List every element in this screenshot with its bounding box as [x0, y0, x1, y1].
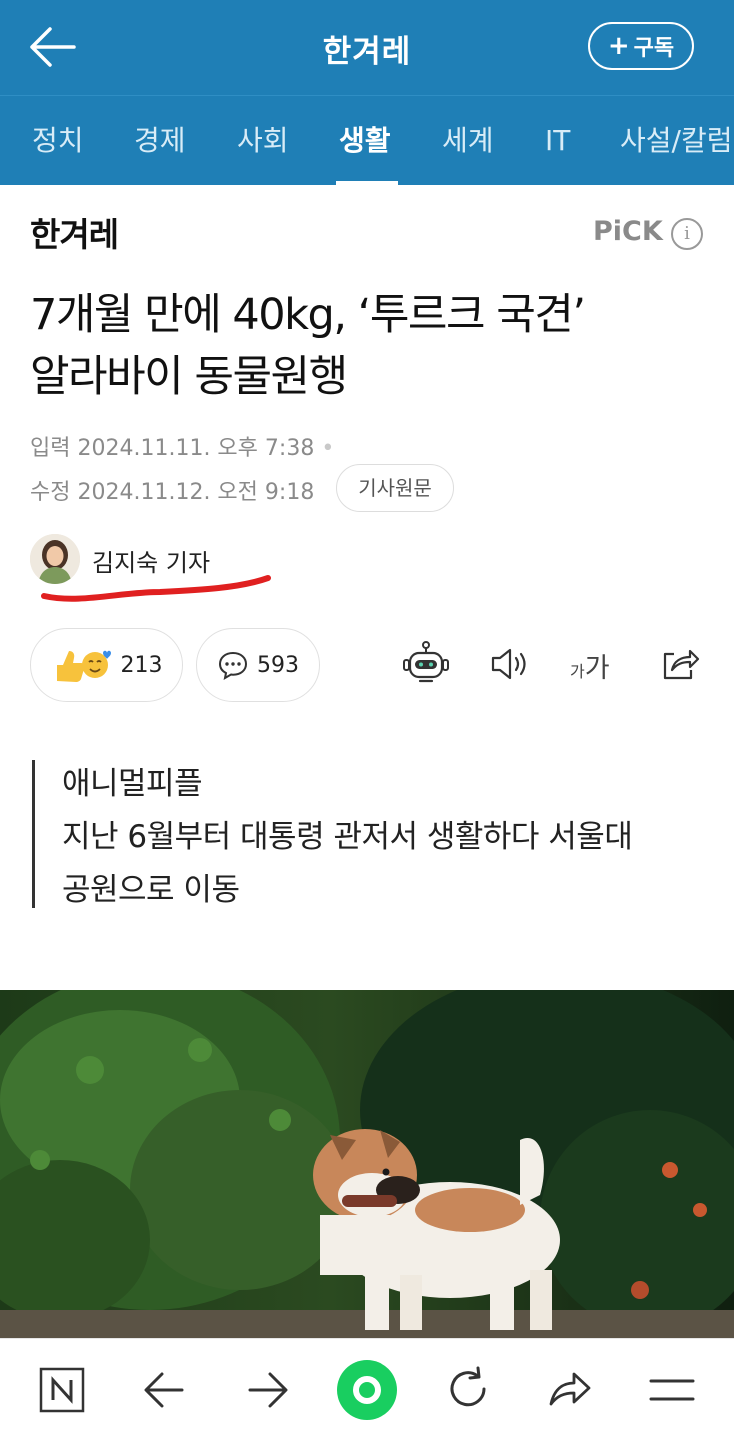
font-size-large-glyph: 가: [584, 653, 610, 684]
green-dot-icon: [337, 1360, 397, 1420]
share-article-button[interactable]: [660, 644, 700, 686]
summary-line-3: 공원으로 이동: [62, 872, 240, 908]
speaker-icon: [491, 648, 526, 680]
headline-line-1: 7개월 만에 40kg, ‘투르크 국견’: [30, 290, 586, 340]
tab-economy[interactable]: 경제: [134, 96, 186, 185]
comment-button[interactable]: 593: [196, 628, 320, 702]
red-underline-mark: [41, 575, 271, 602]
dog-photo: [0, 990, 734, 1340]
naver-n-icon: [39, 1367, 85, 1413]
info-icon[interactable]: i: [671, 218, 703, 250]
nav-back-button[interactable]: [140, 1368, 188, 1416]
robot-icon: [403, 641, 449, 683]
article-photo[interactable]: [0, 990, 734, 1340]
comment-count: 593: [257, 652, 299, 678]
font-size-small-glyph: 가: [570, 662, 585, 681]
category-tabs: 정치 경제 사회 생활 세계 IT 사설/칼럼: [0, 95, 734, 185]
summary-robot-button[interactable]: [402, 640, 450, 690]
nav-share-button[interactable]: [546, 1366, 594, 1416]
input-label: 입력: [30, 436, 71, 461]
refresh-button[interactable]: [444, 1365, 492, 1417]
active-tab-indicator: [336, 181, 398, 185]
summary-line-2: 지난 6월부터 대통령 관저서 생활하다 서울대: [62, 819, 633, 855]
publisher-logo[interactable]: 한겨레: [30, 208, 119, 256]
naver-home-button[interactable]: [38, 1366, 86, 1418]
comment-icon: [218, 651, 248, 680]
tab-society[interactable]: 사회: [237, 96, 289, 185]
original-article-button[interactable]: 기사원문: [336, 464, 454, 512]
input-date-row: 입력 2024.11.11. 오후 7:38 •: [30, 430, 334, 462]
reaction-count: 213: [120, 652, 163, 678]
share-icon: [663, 649, 700, 680]
reaction-emoji-icon: [56, 650, 111, 682]
font-size-button[interactable]: 가가: [570, 646, 610, 685]
nav-forward-button[interactable]: [244, 1368, 292, 1416]
menu-icon: [649, 1379, 695, 1401]
tab-world[interactable]: 세계: [442, 96, 494, 185]
subscribe-label: 구독: [633, 36, 675, 61]
article-summary: 애니멀피플 지난 6월부터 대통령 관저서 생활하다 서울대 공원으로 이동: [62, 758, 712, 917]
modified-date: 2024.11.12. 오전 9:18: [77, 480, 315, 505]
modified-label: 수정: [30, 480, 71, 505]
nav-green-dot-button[interactable]: [336, 1359, 398, 1425]
share-arrow-icon: [549, 1372, 591, 1406]
headline-line-2: 알라바이 동물원행: [30, 352, 348, 402]
arrow-left-icon: [144, 1372, 184, 1408]
quote-bar: [32, 760, 35, 908]
tab-politics[interactable]: 정치: [32, 96, 84, 185]
top-header: 한겨레 + 구독: [0, 0, 734, 95]
separator-dot: •: [321, 436, 335, 461]
tab-life[interactable]: 생활: [339, 96, 391, 185]
modified-date-row: 수정 2024.11.12. 오전 9:18: [30, 474, 314, 506]
plus-icon: +: [607, 31, 630, 61]
pick-badge: PiCK: [593, 216, 663, 247]
input-date: 2024.11.11. 오후 7:38: [77, 436, 315, 461]
summary-line-1: 애니멀피플: [62, 766, 203, 802]
arrow-right-icon: [248, 1372, 288, 1408]
reaction-button[interactable]: 213: [30, 628, 183, 702]
tab-it[interactable]: IT: [545, 96, 570, 185]
subscribe-button[interactable]: + 구독: [588, 22, 694, 70]
refresh-icon: [450, 1366, 486, 1407]
menu-button[interactable]: [648, 1370, 696, 1414]
text-to-speech-button[interactable]: [490, 646, 532, 686]
tab-editorial[interactable]: 사설/칼럼: [620, 96, 732, 185]
article-headline: 7개월 만에 40kg, ‘투르크 국견’ 알라바이 동물원행: [30, 284, 720, 408]
